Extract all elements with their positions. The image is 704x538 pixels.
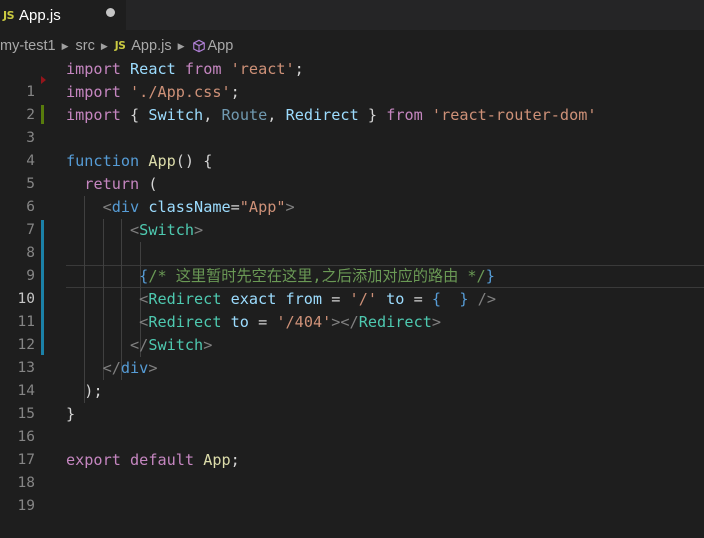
code-line: 1 import React from 'react'; (0, 58, 704, 100)
code-line: 11 <Redirect exact from = '/' to = { } /… (0, 288, 704, 330)
breadcrumb-item-file[interactable]: JS App.js (115, 38, 172, 54)
chevron-right-icon: ▶ (177, 40, 185, 51)
code-line: 13 </Switch> (0, 334, 704, 376)
code-text: </Switch> (130, 336, 213, 354)
code-line: 12 <Redirect to = '/404'></Redirect> (0, 311, 704, 353)
chevron-right-icon: ▶ (61, 40, 69, 51)
code-text: import React from 'react'; (66, 60, 304, 78)
code-line: 4 (0, 127, 704, 169)
code-editor[interactable]: 1 import React from 'react'; 2 import '.… (0, 58, 704, 538)
tab-app-js[interactable]: JS App.js (0, 0, 126, 30)
code-line-active: 10 {/* 这里暂时先空在这里,之后添加对应的路由 */} (0, 265, 704, 307)
cube-icon (192, 39, 205, 53)
line-number: 19 (17, 498, 35, 514)
tab-bar: JS App.js (0, 0, 704, 30)
code-text: <Redirect exact from = '/' to = { } /> (139, 290, 496, 308)
code-line: 9 (0, 242, 704, 284)
code-text: return ( (84, 175, 158, 193)
code-text: export default App; (66, 451, 240, 469)
unsaved-dot-icon[interactable] (106, 8, 115, 17)
code-line: 16 } (0, 403, 704, 445)
breadcrumb: my-test1 ▶ src ▶ JS App.js ▶ App (0, 34, 704, 58)
code-line: 6 return ( (0, 173, 704, 215)
code-line: 19 (0, 472, 704, 514)
code-text: ); (84, 382, 103, 400)
code-text: {/* 这里暂时先空在这里,之后添加对应的路由 */} (139, 267, 495, 285)
code-text: function App() { (66, 152, 213, 170)
code-text: import './App.css'; (66, 83, 240, 101)
chevron-right-icon: ▶ (100, 40, 108, 51)
javascript-file-icon: JS (114, 40, 126, 52)
breadcrumb-item-folder[interactable]: my-test1 (0, 38, 56, 54)
code-text: <div className="App"> (102, 198, 295, 216)
code-line: 18 export default App; (0, 449, 704, 491)
code-text: import { Switch, Route, Redirect } from … (66, 106, 597, 124)
code-line: 3 import { Switch, Route, Redirect } fro… (0, 104, 704, 146)
code-text: </div> (102, 359, 158, 377)
code-line: 7 <div className="App"> (0, 196, 704, 238)
tab-title: App.js (19, 6, 61, 24)
code-line: 2 import './App.css'; (0, 81, 704, 123)
code-line: 15 ); (0, 380, 704, 422)
code-text: <Redirect to = '/404'></Redirect> (139, 313, 442, 331)
code-line: 8 <Switch> (0, 219, 704, 261)
code-line: 14 </div> (0, 357, 704, 399)
code-line: 5 function App() { (0, 150, 704, 192)
code-line: 17 (0, 426, 704, 468)
breadcrumb-item-src[interactable]: src (76, 38, 95, 54)
code-text: <Switch> (130, 221, 204, 239)
breadcrumb-item-symbol[interactable]: App (192, 38, 233, 54)
javascript-file-icon: JS (3, 8, 15, 22)
code-text: } (66, 405, 76, 423)
